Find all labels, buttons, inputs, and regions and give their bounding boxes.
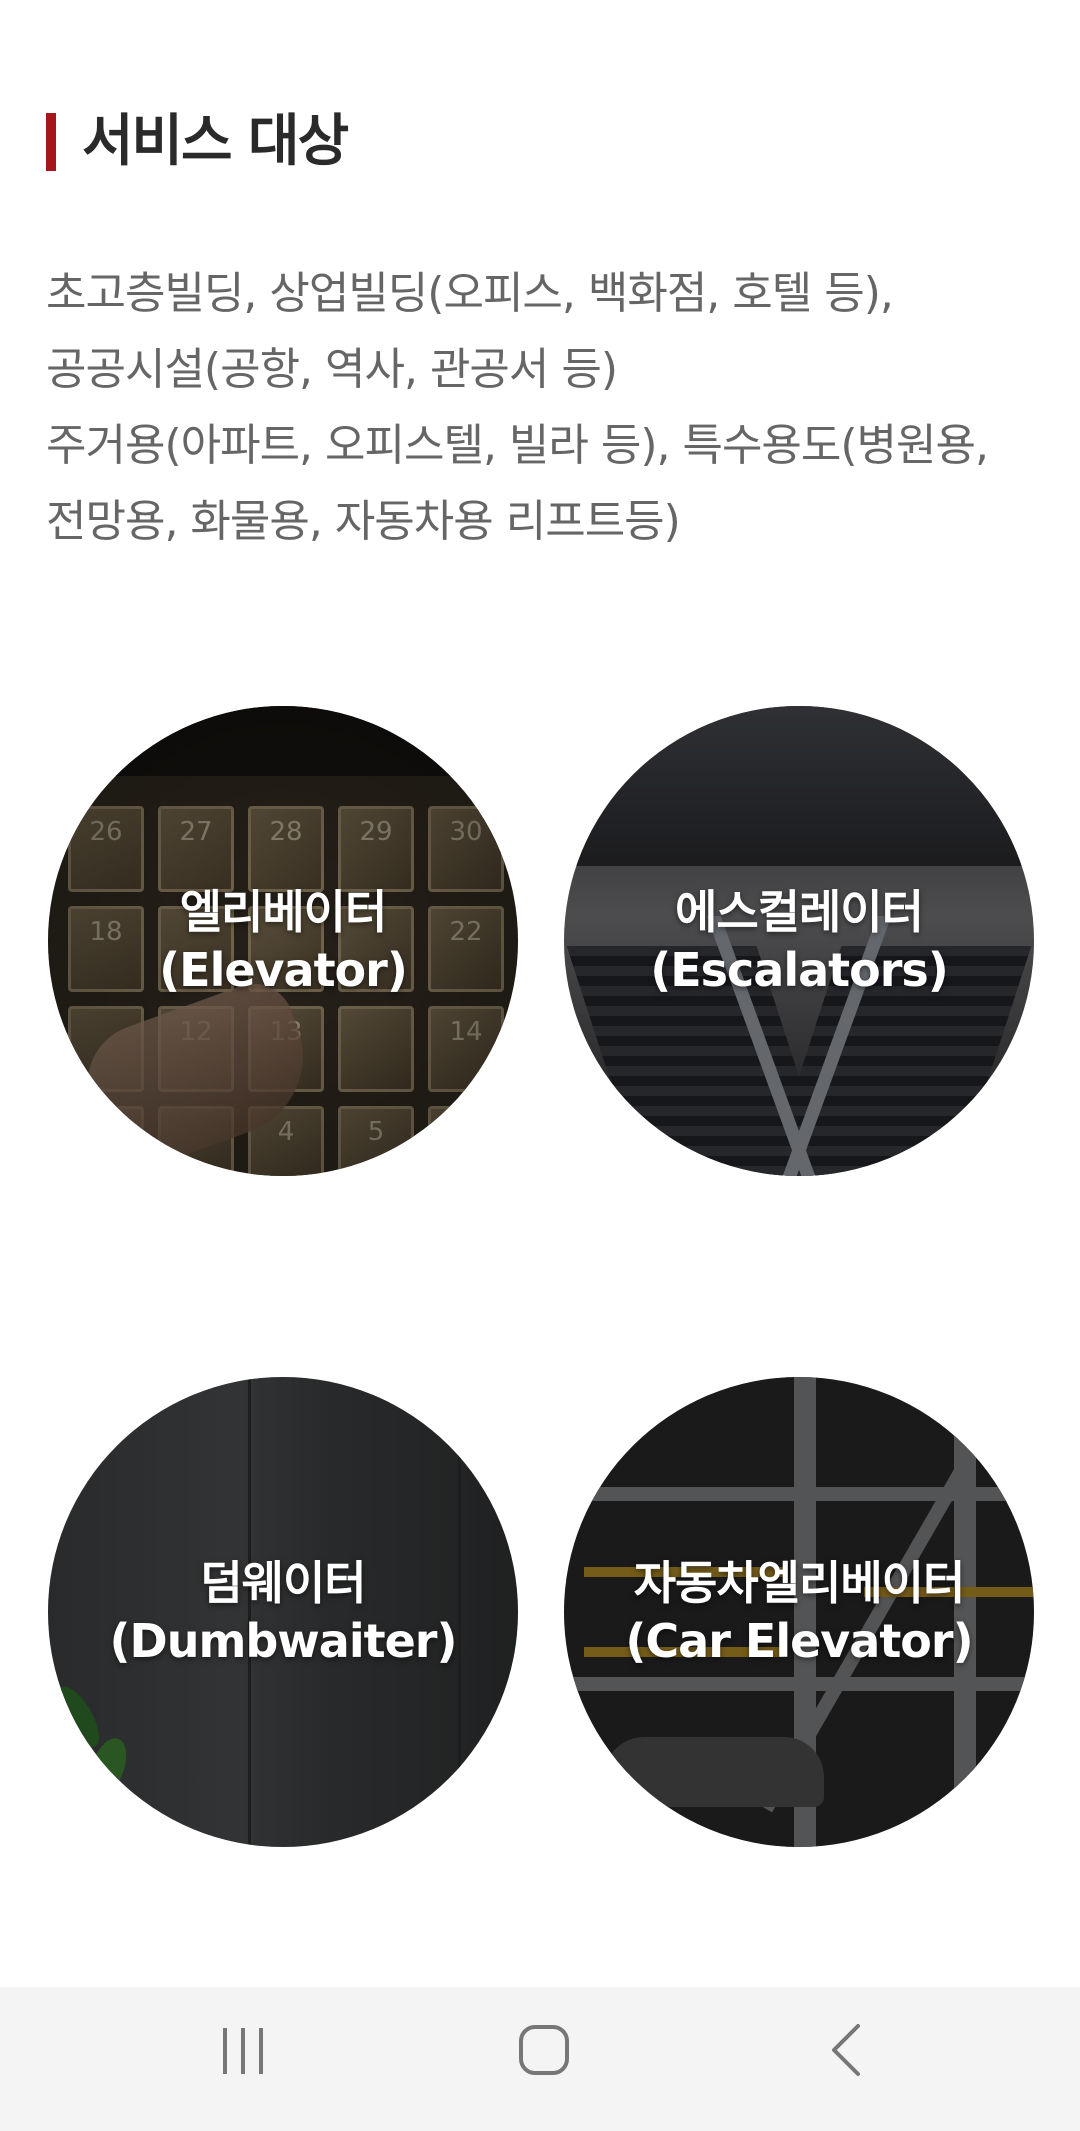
service-label: 자동차엘리베이터 (Car Elevator) [625,1554,973,1670]
recent-apps-icon [223,2028,263,2074]
service-card-escalators[interactable]: 에스컬레이터 (Escalators) [564,706,1034,1176]
system-navigation-bar [0,1987,1080,2131]
service-name-en: (Elevator) [159,943,408,997]
service-card-elevator[interactable]: 2627282930182212131445 엘리베이터 (Elevator) [48,706,518,1176]
service-description: 초고층빌딩, 상업빌딩(오피스, 백화점, 호텔 등), 공공시설(공항, 역사… [46,256,1046,560]
back-button[interactable] [778,2015,918,2085]
home-icon [519,2025,569,2075]
description-line: 공공시설(공항, 역사, 관공서 등) [46,344,618,395]
service-card-dumbwaiter[interactable]: 덤웨이터 (Dumbwaiter) [48,1377,518,1847]
description-line: 전망용, 화물용, 자동차용 리프트등) [46,496,681,547]
service-name-en: (Dumbwaiter) [109,1614,457,1668]
service-name-ko: 엘리베이터 [179,885,388,939]
service-name-en: (Escalators) [650,943,949,997]
description-line: 주거용(아파트, 오피스텔, 빌라 등), 특수용도(병원용, [46,420,989,471]
service-card-car-elevator[interactable]: 자동차엘리베이터 (Car Elevator) [564,1377,1034,1847]
home-button[interactable] [474,2015,614,2085]
section-header: 서비스 대상 [46,109,349,174]
recent-apps-button[interactable] [173,2015,313,2085]
description-line: 초고층빌딩, 상업빌딩(오피스, 백화점, 호텔 등), [46,268,894,319]
service-name-ko: 덤웨이터 [200,1556,366,1610]
service-name-en: (Car Elevator) [625,1614,973,1668]
service-label: 엘리베이터 (Elevator) [159,883,408,999]
service-label: 에스컬레이터 (Escalators) [650,883,949,999]
section-title: 서비스 대상 [82,109,349,174]
title-accent-bar [46,113,56,171]
service-name-ko: 에스컬레이터 [675,885,924,939]
service-label: 덤웨이터 (Dumbwaiter) [109,1554,457,1670]
back-icon [832,2024,860,2076]
service-name-ko: 자동차엘리베이터 [633,1556,966,1610]
